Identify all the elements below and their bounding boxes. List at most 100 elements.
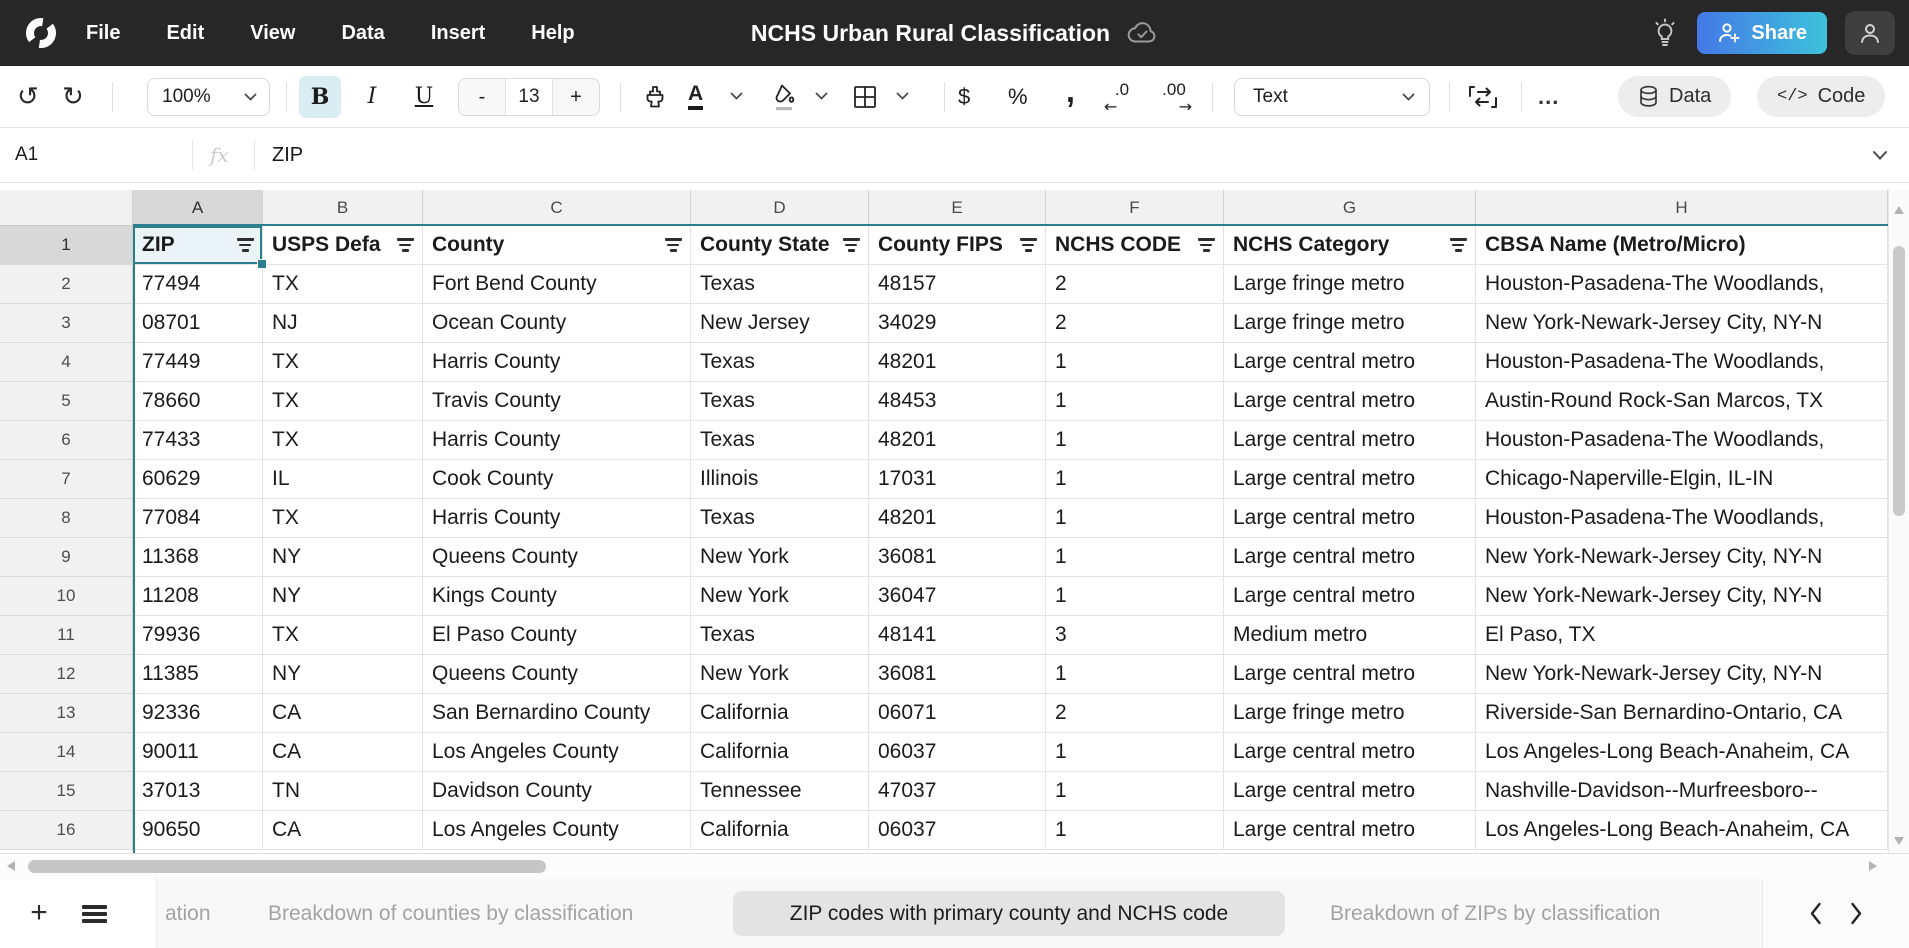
increase-decimals-button[interactable]: .00 → [1156,66,1192,127]
cell-A13[interactable]: 92336 [133,694,263,733]
vertical-scrollbar-thumb[interactable] [1893,246,1905,516]
row-header-5[interactable]: 5 [0,382,133,421]
cell-B12[interactable]: NY [263,655,423,694]
column-header-D[interactable]: D [691,190,869,226]
cell-B15[interactable]: TN [263,772,423,811]
cell-G9[interactable]: Large central metro [1224,538,1476,577]
cell-G15[interactable]: Large central metro [1224,772,1476,811]
cell-D14[interactable]: California [691,733,869,772]
row-header-4[interactable]: 4 [0,343,133,382]
cell-B14[interactable]: CA [263,733,423,772]
row-header-11[interactable]: 11 [0,616,133,655]
cell-F10[interactable]: 1 [1046,577,1224,616]
cell-D5[interactable]: Texas [691,382,869,421]
scroll-left-arrow-icon[interactable] [7,861,15,871]
cell-E12[interactable]: 36081 [869,655,1046,694]
cell-F3[interactable]: 2 [1046,304,1224,343]
horizontal-scrollbar[interactable] [0,853,1909,879]
formula-bar-expand[interactable] [1872,128,1888,182]
column-header-C[interactable]: C [423,190,691,226]
sheet-tab-zip-codes-active[interactable]: ZIP codes with primary county and NCHS c… [733,891,1285,936]
cell-B9[interactable]: NY [263,538,423,577]
row-header-9[interactable]: 9 [0,538,133,577]
filter-icon[interactable] [236,238,254,252]
cell-C14[interactable]: Los Angeles County [423,733,691,772]
cell-H12[interactable]: New York-Newark-Jersey City, NY-N [1476,655,1888,694]
cell-B13[interactable]: CA [263,694,423,733]
column-header-E[interactable]: E [869,190,1046,226]
cell-H6[interactable]: Houston-Pasadena-The Woodlands, [1476,421,1888,460]
row-header-12[interactable]: 12 [0,655,133,694]
cell-F2[interactable]: 2 [1046,265,1224,304]
app-logo-icon[interactable] [22,14,60,52]
menu-file[interactable]: File [86,22,120,45]
cell-D16[interactable]: California [691,811,869,850]
cell-F8[interactable]: 1 [1046,499,1224,538]
cell-H14[interactable]: Los Angeles-Long Beach-Anaheim, CA [1476,733,1888,772]
menu-data[interactable]: Data [341,22,384,45]
currency-format-button[interactable]: $ [958,84,970,110]
formula-input[interactable]: ZIP [272,144,303,167]
cell-B5[interactable]: TX [263,382,423,421]
cell-G3[interactable]: Large fringe metro [1224,304,1476,343]
cell-A4[interactable]: 77449 [133,343,263,382]
cell-A10[interactable]: 11208 [133,577,263,616]
menu-help[interactable]: Help [531,22,574,45]
cell-A9[interactable]: 11368 [133,538,263,577]
number-format-select[interactable]: Text [1234,78,1430,116]
cell-A5[interactable]: 78660 [133,382,263,421]
cell-A6[interactable]: 77433 [133,421,263,460]
row-header-1[interactable]: 1 [0,226,133,265]
cell-B4[interactable]: TX [263,343,423,382]
cell-F13[interactable]: 2 [1046,694,1224,733]
column-header-G[interactable]: G [1224,190,1476,226]
row-header-16[interactable]: 16 [0,811,133,850]
cell-B16[interactable]: CA [263,811,423,850]
decrease-font-button[interactable]: - [459,79,505,115]
cell-F5[interactable]: 1 [1046,382,1224,421]
cell-C10[interactable]: Kings County [423,577,691,616]
row-header-2[interactable]: 2 [0,265,133,304]
cell-C4[interactable]: Harris County [423,343,691,382]
menu-view[interactable]: View [250,22,295,45]
horizontal-scrollbar-thumb[interactable] [28,860,546,873]
column-header-A[interactable]: A [133,190,263,226]
header-cell-G1[interactable]: NCHS Category [1224,226,1476,265]
cell-F4[interactable]: 1 [1046,343,1224,382]
cell-D4[interactable]: Texas [691,343,869,382]
cell-A12[interactable]: 11385 [133,655,263,694]
cell-D2[interactable]: Texas [691,265,869,304]
more-options-button[interactable]: ... [1538,84,1559,110]
cell-G4[interactable]: Large central metro [1224,343,1476,382]
cell-H2[interactable]: Houston-Pasadena-The Woodlands, [1476,265,1888,304]
header-cell-D1[interactable]: County State [691,226,869,265]
cell-C13[interactable]: San Bernardino County [423,694,691,733]
cell-E5[interactable]: 48453 [869,382,1046,421]
swap-references-icon[interactable] [1466,66,1500,127]
name-box[interactable]: A1 [15,144,38,166]
account-avatar-button[interactable] [1845,11,1895,55]
cell-D9[interactable]: New York [691,538,869,577]
undo-button[interactable]: ↺ [17,66,39,127]
borders-dropdown[interactable] [896,66,909,127]
thousands-format-button[interactable]: , [1066,83,1075,99]
row-header-6[interactable]: 6 [0,421,133,460]
row-header-13[interactable]: 13 [0,694,133,733]
italic-button[interactable]: I [351,76,393,118]
header-cell-E1[interactable]: County FIPS [869,226,1046,265]
cell-H4[interactable]: Houston-Pasadena-The Woodlands, [1476,343,1888,382]
cell-A7[interactable]: 60629 [133,460,263,499]
row-header-14[interactable]: 14 [0,733,133,772]
scroll-down-arrow-icon[interactable] [1894,837,1904,845]
cell-E16[interactable]: 06037 [869,811,1046,850]
select-all-corner[interactable] [0,190,133,226]
cell-C7[interactable]: Cook County [423,460,691,499]
cell-E10[interactable]: 36047 [869,577,1046,616]
cell-G10[interactable]: Large central metro [1224,577,1476,616]
cell-H15[interactable]: Nashville-Davidson--Murfreesboro-- [1476,772,1888,811]
cell-F6[interactable]: 1 [1046,421,1224,460]
header-cell-H1[interactable]: CBSA Name (Metro/Micro) [1476,226,1888,265]
menu-edit[interactable]: Edit [166,22,204,45]
cell-B7[interactable]: IL [263,460,423,499]
cell-B10[interactable]: NY [263,577,423,616]
